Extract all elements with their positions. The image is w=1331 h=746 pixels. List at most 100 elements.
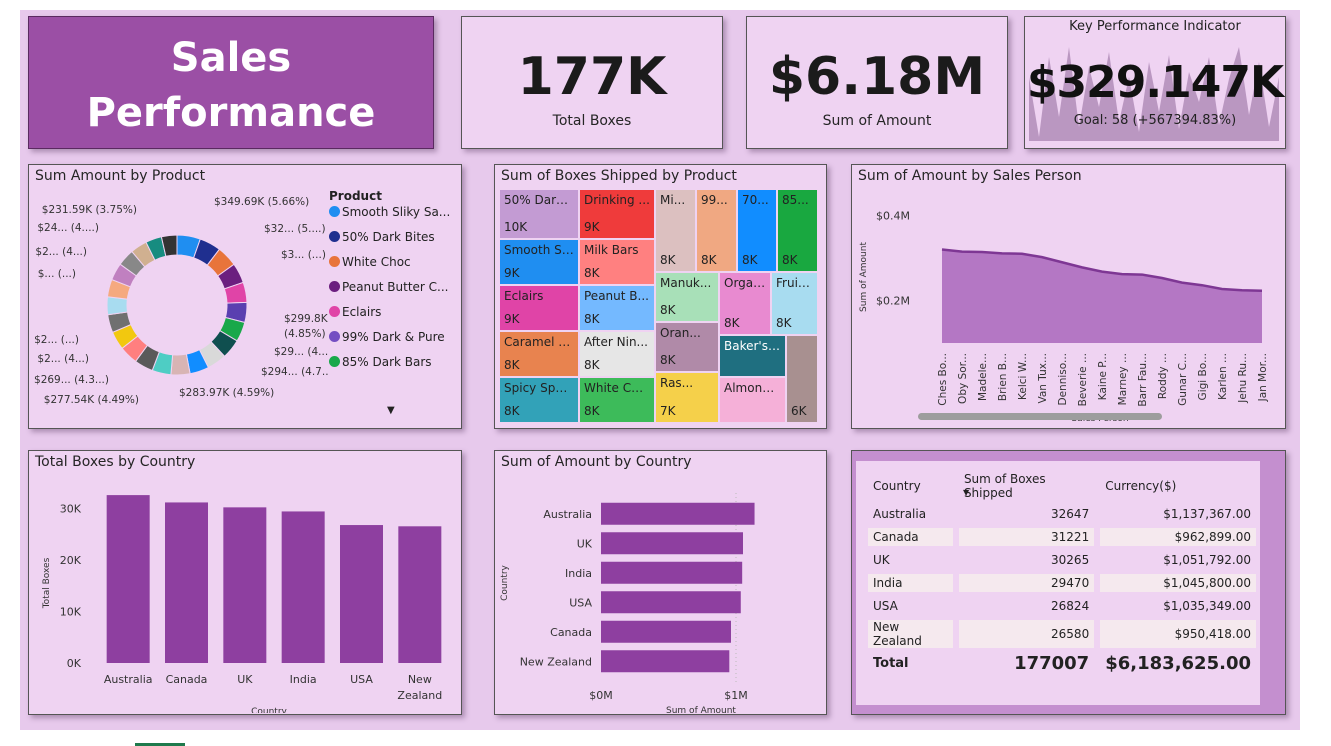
bar[interactable] xyxy=(601,502,755,525)
treemap-tile[interactable]: Organi... 8K xyxy=(719,272,771,335)
treemap-tile[interactable]: White Ch... 8K xyxy=(579,377,655,423)
legend-item[interactable]: 50% Dark Bites xyxy=(329,230,435,244)
bar[interactable] xyxy=(601,650,730,673)
y-tick-label: 30K xyxy=(60,503,82,516)
header-country[interactable]: Country xyxy=(868,472,953,500)
treemap-tile[interactable]: Mi... 8K xyxy=(655,189,696,272)
donut-legend: Product Smooth Sliky Sa... 50% Dark Bites… xyxy=(329,189,459,409)
bar[interactable] xyxy=(106,495,150,663)
y-tick-label: Canada xyxy=(550,626,592,639)
treemap-tile[interactable]: After Nin... 8K xyxy=(579,331,655,377)
table-row[interactable]: Australia 32647 $1,137,367.00 xyxy=(868,505,1256,523)
chevron-down-icon[interactable]: ⌄ xyxy=(1259,75,1271,91)
donut-data-label: $29... (4....) xyxy=(274,346,329,358)
bar[interactable] xyxy=(601,532,743,555)
treemap-tile[interactable]: Manuk... 8K xyxy=(655,272,719,322)
bar[interactable] xyxy=(601,591,741,614)
x-tick-label: Denniso... xyxy=(1057,353,1069,406)
treemap-tile[interactable]: Peanut B... 8K xyxy=(579,285,655,331)
header-boxes[interactable]: Sum of Boxes Shipped ▼ xyxy=(959,472,1094,500)
legend-label: Peanut Butter C... xyxy=(342,280,449,294)
bar[interactable] xyxy=(281,511,325,663)
legend-scroll-down-icon[interactable]: ▼ xyxy=(387,405,395,416)
legend-marker xyxy=(329,231,340,242)
bar[interactable] xyxy=(223,507,267,663)
table-row[interactable]: Canada 31221 $962,899.00 xyxy=(868,528,1256,546)
sales-person-card[interactable]: Sum of Amount by Sales Person $0.4M $0.2M… xyxy=(851,164,1286,429)
treemap-tile[interactable]: Caramel S... 8K xyxy=(499,331,579,377)
treemap-tile[interactable]: 6K xyxy=(786,335,818,423)
cell-currency: $962,899.00 xyxy=(1100,528,1256,546)
legend-item[interactable]: 99% Dark & Pure xyxy=(329,330,445,344)
treemap-tile[interactable]: Almond... xyxy=(719,377,786,423)
dashboard-title: Sales Performance Dashboard xyxy=(29,31,433,148)
cell-country: Australia xyxy=(873,507,927,521)
treemap-tile[interactable]: 70... 8K xyxy=(737,189,777,272)
treemap-card[interactable]: Sum of Boxes Shipped by Product 50% Dark… xyxy=(494,164,827,429)
kpi-indicator-card[interactable]: Key Performance Indicator $329.147K ⌄ Go… xyxy=(1024,16,1286,149)
table-row[interactable]: USA 26824 $1,035,349.00 xyxy=(868,597,1256,615)
treemap-tile[interactable]: Oran... 8K xyxy=(655,322,719,372)
bar[interactable] xyxy=(340,525,383,663)
treemap-tile[interactable]: Spicy Spe... 8K xyxy=(499,377,579,423)
boxes-country-card[interactable]: Total Boxes by Country 30K 20K 10K 0K Total … xyxy=(28,450,462,715)
legend-item[interactable]: Smooth Sliky Sa... xyxy=(329,205,450,219)
boxes-country-bar-chart[interactable]: 30K 20K 10K 0K Total Boxes Australia Canada UK I… xyxy=(29,473,462,713)
treemap-tile[interactable]: Eclairs 9K xyxy=(499,285,579,331)
amount-country-title: Sum of Amount by Country xyxy=(501,454,692,470)
matrix-table[interactable]: Country Sum of Boxes Shipped ▼ Currency($… xyxy=(862,467,1262,679)
treemap-tile-value: 8K xyxy=(584,266,600,280)
table-row[interactable]: UK 30265 $1,051,792.00 xyxy=(868,551,1256,569)
amount-country-card[interactable]: Sum of Amount by Country Australia UK Indi… xyxy=(494,450,827,715)
boxes-country-title: Total Boxes by Country xyxy=(35,454,196,470)
horizontal-scrollbar[interactable] xyxy=(918,413,1162,420)
treemap-tile[interactable]: Smooth Sl... 9K xyxy=(499,239,579,285)
cell-country: USA xyxy=(873,599,898,613)
donut-chart[interactable]: $349.69K (5.66%) $32... (5....) $3... (...… xyxy=(29,185,329,429)
treemap-tile[interactable]: Fruit & ... 8K xyxy=(771,272,818,335)
treemap-chart[interactable]: 50% Dark ... 10K Smooth Sl... 9K Eclairs 9K Ca… xyxy=(499,189,822,423)
sort-desc-icon[interactable]: ▼ xyxy=(963,488,969,497)
treemap-tile[interactable]: Drinking ... 9K xyxy=(579,189,655,239)
kpi-sum-amount-card[interactable]: $6.18M Sum of Amount xyxy=(746,16,1008,149)
treemap-tile-name: 70... xyxy=(742,193,769,207)
header-currency[interactable]: Currency($) xyxy=(1100,472,1256,500)
y-tick-label: $0.4M xyxy=(876,210,910,223)
donut-card[interactable]: Sum Amount by Product $349.69K (5.66%) $3… xyxy=(28,164,462,429)
kpi-indicator-goal: Goal: 58 (+567394.83%) xyxy=(1073,113,1237,128)
sales-person-area-chart[interactable]: $0.4M $0.2M Sum of Amount Ches Bo... Oby Sor… xyxy=(852,187,1286,427)
kpi-total-boxes-card[interactable]: 177K Total Boxes xyxy=(461,16,723,149)
kpi-sum-amount-value: $6.18M xyxy=(768,47,986,107)
treemap-tile[interactable]: 50% Dark ... 10K xyxy=(499,189,579,239)
bar[interactable] xyxy=(398,526,442,663)
table-row[interactable]: India 29470 $1,045,800.00 xyxy=(868,574,1256,592)
legend-item[interactable]: 85% Dark Bars xyxy=(329,355,432,369)
treemap-tile-name: 99... xyxy=(701,193,728,207)
x-axis-label: Country xyxy=(251,707,287,713)
legend-item[interactable]: Peanut Butter C... xyxy=(329,280,448,294)
treemap-tile-name: Almond... xyxy=(724,381,781,395)
treemap-tile[interactable]: Baker's ... xyxy=(719,335,786,377)
bar[interactable] xyxy=(601,620,731,643)
donut-slice[interactable] xyxy=(106,296,129,316)
matrix-card[interactable]: Country Sum of Boxes Shipped ▼ Currency($… xyxy=(851,450,1286,715)
x-tick-label: Beverie ... xyxy=(1077,353,1089,406)
legend-item[interactable]: White Choc xyxy=(329,255,411,269)
treemap-tile-value: 8K xyxy=(504,404,520,418)
treemap-tile[interactable]: Milk Bars 8K xyxy=(579,239,655,285)
treemap-tile[interactable]: 99... 8K xyxy=(696,189,737,272)
bar[interactable] xyxy=(165,502,208,663)
legend-label: Eclairs xyxy=(342,305,382,319)
legend-item[interactable]: Eclairs xyxy=(329,305,381,319)
treemap-tile-value: 8K xyxy=(701,253,717,267)
treemap-tile[interactable]: 85... 8K xyxy=(777,189,818,272)
x-tick-label: Kaine P... xyxy=(1097,353,1109,400)
amount-country-bar-chart[interactable]: Australia UK India USA Canada New Zealand $0M $… xyxy=(495,473,827,713)
table-row[interactable]: New Zealand 26580 $950,418.00 xyxy=(868,620,1256,648)
donut-slice[interactable] xyxy=(170,353,191,376)
y-axis-label: Total Boxes xyxy=(42,557,52,609)
legend-marker xyxy=(329,206,340,217)
bar[interactable] xyxy=(601,561,743,584)
treemap-tile[interactable]: Ras... 7K xyxy=(655,372,719,423)
treemap-tile-value: 8K xyxy=(584,312,600,326)
